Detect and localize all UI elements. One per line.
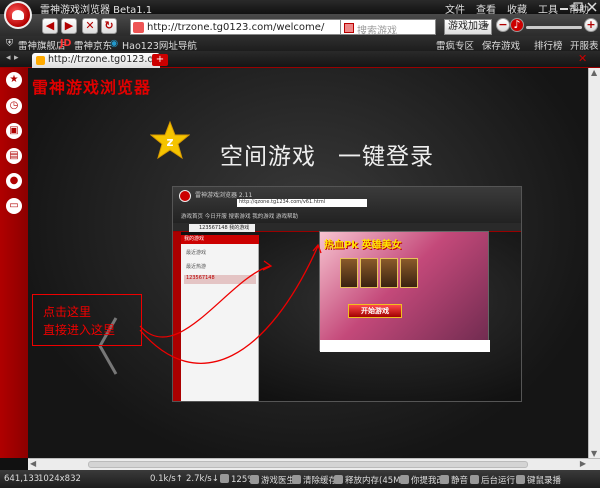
scroll-right-icon[interactable]: ▶ [580,459,586,468]
search-icon [344,23,354,33]
tool-clear-cache[interactable]: 清除缓存 [303,476,337,486]
bookmark-item[interactable]: 保存游戏 [482,38,520,52]
minimize-icon[interactable] [558,2,570,12]
bookmark-item[interactable]: 雷神京东 [74,38,112,52]
briefcase-icon[interactable]: ▤ [6,148,22,164]
annotation-arrows [139,243,322,364]
new-tab-button[interactable]: + [152,54,168,66]
bookmark-item[interactable]: 雷神旗舰店 [18,38,66,52]
sidebar: ★ ◷ ▣ ▤ ● ▭ [0,68,28,458]
vertical-scrollbar[interactable]: ▲ ▼ [588,68,600,458]
zoom-slider-track[interactable] [526,26,582,29]
tab-scroll-left-icon[interactable]: ◂ [6,53,11,63]
search-input[interactable]: 搜索游戏 [340,19,436,37]
horizontal-scrollbar[interactable]: ◀ ▶ [28,458,600,470]
scroll-left-icon[interactable]: ◀ [30,459,36,468]
address-bar[interactable]: http://trzone.tg0123.com/welcome/ [130,19,342,35]
status-resolution: 1024x832 [38,474,81,484]
zoom-icon [220,474,229,483]
scroll-up-icon[interactable]: ▲ [591,68,597,77]
clock-icon[interactable]: ◷ [6,98,22,114]
zoom-in-button[interactable]: + [584,18,598,32]
chevron-down-icon: ▾ [483,21,489,32]
stop-button[interactable]: ✕ [82,18,98,34]
memory-icon [334,475,343,484]
status-upload-speed: 2.7k/s↓ [186,474,219,484]
search-placeholder: 搜索游戏 [357,26,397,37]
zoom-slider-handle[interactable]: ♪ [510,18,524,32]
gamepad-icon[interactable]: ▣ [6,123,22,139]
tool-game-doctor[interactable]: 游戏医生 [261,476,295,486]
jd-logo-icon: JD [60,38,72,49]
page-icon [36,56,45,65]
app-logo-icon [4,1,32,29]
mute-icon [440,475,449,484]
url-text[interactable]: http://trzone.tg0123.com/welcome/ [147,22,324,33]
status-download-speed: 0.1k/s↑ [150,474,183,484]
status-coords: 641,133 [4,474,40,484]
record-icon [516,475,525,484]
hao123-icon: ◉ [110,38,119,49]
close-icon[interactable] [586,2,598,12]
bookmark-item[interactable]: 排行榜 [534,38,563,52]
refresh-button[interactable]: ↻ [101,18,117,34]
game-accel-label: 游戏加速 [448,21,488,32]
title-bar: 雷神游戏浏览器 Beta1.1 文件 查看 收藏 工具 帮助 [0,0,600,29]
tool-mute[interactable]: 静音 [451,476,468,486]
bookmarks-bar: ⛨ 雷神旗舰店 JD 雷神京东 ◉ Hao123网址导航 雷疯专区 保存游戏 排… [0,36,600,52]
horizontal-scroll-thumb[interactable] [88,461,528,468]
user-icon[interactable]: ● [6,173,22,189]
web-content: 雷神游戏浏览器 z 空间游戏 一键登录 雷神游戏浏览器 2.11 http://q… [28,68,588,458]
tab-active[interactable]: http://trzone.tg0123.c... × [32,53,162,68]
star-icon[interactable]: ★ [6,72,22,88]
doctor-icon [250,475,259,484]
site-favicon-icon [133,22,144,33]
zoom-out-button[interactable]: − [496,18,510,32]
tool-free-memory[interactable]: 释放内存(45M) [345,476,404,486]
bookmark-item[interactable]: 开服表 [570,38,599,52]
game-accel-dropdown[interactable]: 游戏加速 ▾ [444,19,492,35]
close-all-tabs-icon[interactable]: ✕ [578,52,587,65]
forward-button[interactable]: ▶ [61,18,77,34]
navigation-toolbar: ◀ ▶ ✕ ↻ http://trzone.tg0123.com/welcome… [0,14,600,37]
bookmark-shield-icon: ⛨ [6,38,14,49]
chat-icon[interactable]: ▭ [6,198,22,214]
back-button[interactable]: ◀ [42,18,58,34]
status-bar: 641,133 1024x832 0.1k/s↑ 2.7k/s↓ 125% 游戏… [0,470,600,488]
tab-bar: ◂ ▸ http://trzone.tg0123.c... × + ✕ [0,51,600,68]
broom-icon [292,475,301,484]
tab-label: http://trzone.tg0123.c... [48,54,162,65]
tool-background-run[interactable]: 后台运行 [481,476,515,486]
maximize-icon[interactable] [572,2,584,12]
scroll-down-icon[interactable]: ▼ [591,449,597,458]
tab-scroll-right-icon[interactable]: ▸ [14,53,19,63]
feedback-icon [400,475,409,484]
bookmark-item[interactable]: 雷疯专区 [436,38,474,52]
background-run-icon [470,475,479,484]
tool-keymouse-record[interactable]: 键鼠录播 [527,476,561,486]
bookmark-item[interactable]: Hao123网址导航 [122,38,197,52]
